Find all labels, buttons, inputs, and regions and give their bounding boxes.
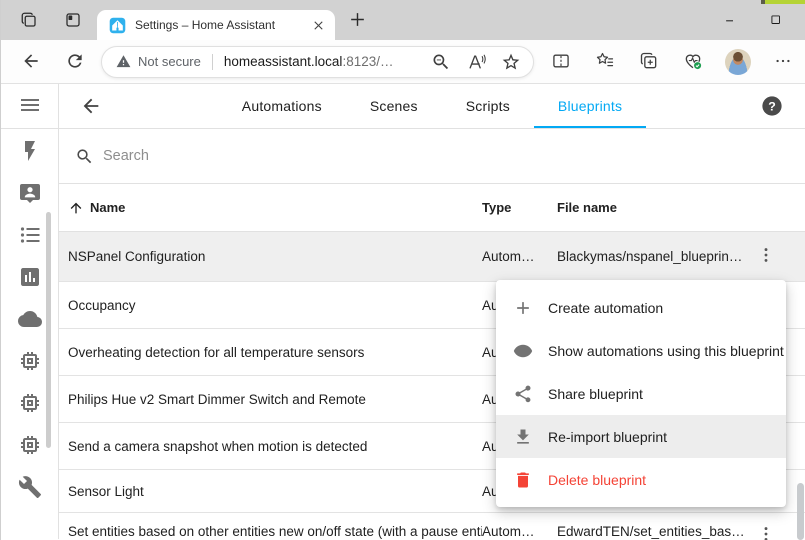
browser-toolbar: Not secure homeassistant.local:8123/… [1, 40, 805, 84]
tab-actions-icon[interactable] [63, 11, 83, 31]
wrench-icon[interactable] [14, 471, 46, 505]
split-screen-icon[interactable] [549, 50, 573, 74]
plus-icon [513, 298, 533, 318]
maximize-button[interactable] [753, 0, 799, 40]
toolbar-actions [549, 49, 795, 75]
divider [212, 54, 213, 70]
more-menu-icon[interactable] [771, 50, 795, 74]
page-scrollbar[interactable] [797, 483, 804, 540]
new-tab-button[interactable] [347, 10, 367, 30]
blueprint-type: Autom… [482, 524, 557, 539]
download-icon [513, 427, 533, 447]
search-bar [59, 129, 805, 184]
search-icon [75, 147, 94, 166]
read-aloud-icon[interactable] [465, 51, 486, 72]
tab-close-icon[interactable] [310, 17, 327, 34]
favorites-hub-icon[interactable] [593, 50, 617, 74]
column-file-name[interactable]: File name [557, 200, 743, 215]
svg-text:?: ? [768, 99, 776, 113]
todo-list-icon[interactable] [14, 219, 46, 253]
back-arrow-icon[interactable] [79, 94, 103, 118]
browser-window: Settings – Home Assistant [0, 0, 805, 540]
tab-scripts[interactable]: Scripts [442, 84, 534, 128]
chip-icon[interactable] [14, 429, 46, 463]
blueprint-name: Set entities based on other entities new… [68, 524, 482, 539]
tab-blueprints[interactable]: Blueprints [534, 84, 646, 128]
menu-item-reimport-blueprint[interactable]: Re-import blueprint [496, 415, 786, 458]
blueprint-file: Blackymas/nspanel_blueprin… [557, 249, 743, 264]
favorite-star-icon[interactable] [500, 51, 521, 72]
menu-item-show-automations[interactable]: Show automations using this blueprint [496, 329, 786, 372]
table-row[interactable]: Set entities based on other entities new… [59, 513, 805, 540]
tab-strip: Settings – Home Assistant [1, 0, 805, 40]
url-path: :8123/… [342, 54, 393, 69]
blueprint-name: Send a camera snapshot when motion is de… [68, 439, 482, 454]
refresh-icon[interactable] [63, 50, 87, 74]
column-name[interactable]: Name [68, 200, 482, 216]
sidebar [1, 84, 59, 539]
window-controls [707, 0, 799, 40]
menu-item-create-automation[interactable]: Create automation [496, 286, 786, 329]
home-assistant-favicon [109, 17, 126, 34]
tab-automations[interactable]: Automations [218, 84, 346, 128]
blueprint-name: NSPanel Configuration [68, 249, 482, 264]
blueprint-file: EdwardTEN/set_entities_bas… [557, 524, 743, 539]
address-bar[interactable]: Not secure homeassistant.local:8123/… [101, 46, 534, 78]
tab-scenes[interactable]: Scenes [346, 84, 442, 128]
minimize-button[interactable] [707, 0, 753, 40]
row-menu-icon[interactable] [751, 524, 781, 540]
eye-icon [513, 341, 533, 361]
site-security-badge[interactable]: Not secure [116, 54, 201, 69]
profile-avatar[interactable] [725, 49, 751, 75]
trash-icon [513, 470, 533, 490]
column-type[interactable]: Type [482, 200, 557, 215]
row-context-menu: Create automation Show automations using… [496, 280, 786, 507]
page-header: Automations Scenes Scripts Blueprints ? [59, 84, 805, 129]
blueprint-name: Occupancy [68, 298, 482, 313]
table-header: Name Type File name [59, 184, 805, 232]
sidebar-scrollbar[interactable] [46, 212, 51, 448]
nav-tabs: Automations Scenes Scripts Blueprints [103, 84, 761, 128]
tab-title: Settings – Home Assistant [135, 18, 310, 32]
back-icon[interactable] [19, 50, 43, 74]
blueprint-name: Overheating detection for all temperatur… [68, 345, 482, 360]
chip-icon[interactable] [14, 387, 46, 421]
history-chart-icon[interactable] [14, 261, 46, 295]
menu-item-share-blueprint[interactable]: Share blueprint [496, 372, 786, 415]
blueprint-type: Autom… [482, 249, 557, 264]
collections-icon[interactable] [637, 50, 661, 74]
warning-icon [116, 54, 131, 69]
sidebar-header [1, 84, 58, 129]
blueprint-name: Philips Hue v2 Smart Dimmer Switch and R… [68, 392, 482, 407]
url-text: homeassistant.local:8123/… [224, 54, 394, 69]
menu-item-delete-blueprint[interactable]: Delete blueprint [496, 458, 786, 501]
lightning-bolt-icon[interactable] [14, 135, 46, 169]
cloud-icon[interactable] [14, 303, 46, 337]
help-icon[interactable]: ? [761, 95, 783, 117]
person-badge-icon[interactable] [14, 177, 46, 211]
zoom-out-icon[interactable] [430, 51, 451, 72]
workspaces-icon[interactable] [19, 11, 39, 31]
url-host: homeassistant.local [224, 54, 343, 69]
sort-ascending-icon [68, 200, 84, 216]
share-icon [513, 384, 533, 404]
table-row[interactable]: NSPanel Configuration Autom… Blackymas/n… [59, 232, 805, 282]
chip-icon[interactable] [14, 345, 46, 379]
hamburger-menu-icon[interactable] [14, 89, 46, 123]
search-input[interactable] [103, 148, 805, 164]
security-label: Not secure [138, 54, 201, 69]
browser-essentials-icon[interactable] [681, 50, 705, 74]
blueprint-name: Sensor Light [68, 484, 482, 499]
browser-tab[interactable]: Settings – Home Assistant [97, 10, 335, 40]
row-menu-icon[interactable] [751, 242, 781, 272]
